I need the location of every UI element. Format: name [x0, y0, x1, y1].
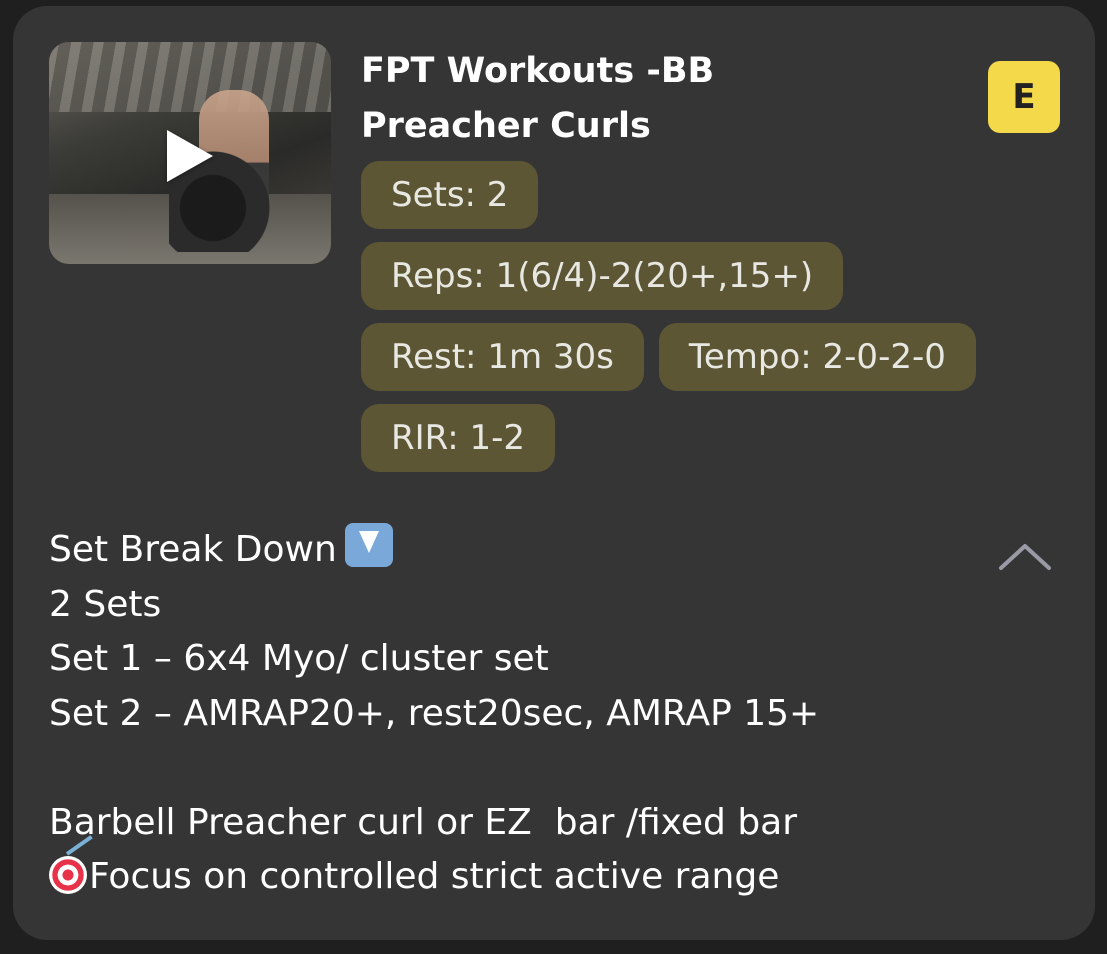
- focus-text: Focus on controlled strict active range: [89, 856, 780, 897]
- description-line: Set 2 – AMRAP20+, rest20sec, AMRAP 15+: [49, 692, 820, 734]
- chip-row: Sets: 2: [361, 161, 1061, 229]
- description-line: Focus on controlled strict active range: [49, 850, 1009, 905]
- workout-card: FPT Workouts -BB Preacher Curls E Sets: …: [13, 6, 1095, 940]
- tempo-chip: Tempo: 2-0-2-0: [658, 323, 976, 391]
- down-arrow-emoji-icon: [344, 523, 393, 567]
- workout-parameters: Sets: 2 Reps: 1(6/4)-2(20+,15+) Rest: 1m…: [361, 161, 1061, 485]
- chip-row: Rest: 1m 30s Tempo: 2-0-2-0: [361, 323, 1061, 391]
- description-line: Set 1 – 6x4 Myo/ cluster set: [49, 638, 549, 679]
- video-thumbnail[interactable]: [49, 42, 331, 264]
- set-breakdown-heading: Set Break Down: [49, 529, 337, 570]
- description-line: Set Break Down: [49, 523, 1009, 578]
- chip-row: RIR: 1-2: [361, 404, 1061, 472]
- play-icon[interactable]: [167, 130, 213, 182]
- reps-chip: Reps: 1(6/4)-2(20+,15+): [361, 242, 844, 310]
- chip-row: Reps: 1(6/4)-2(20+,15+): [361, 242, 1061, 310]
- sets-chip: Sets: 2: [361, 161, 539, 229]
- description-line: 2 Sets: [49, 583, 162, 625]
- target-emoji-icon: [49, 856, 87, 894]
- workout-description: Set Break Down 2 Sets Set 1 – 6x4 Myo/ c…: [49, 523, 1009, 905]
- workout-title-line1: FPT Workouts -BB: [361, 51, 715, 91]
- difficulty-badge: E: [988, 61, 1060, 133]
- description-line: Barbell Preacher curl or EZ bar /fixed b…: [49, 801, 798, 843]
- rest-chip: Rest: 1m 30s: [361, 323, 644, 391]
- chevron-up-icon[interactable]: [995, 536, 1055, 576]
- thumbnail-ceiling: [49, 42, 331, 112]
- workout-title: FPT Workouts -BB Preacher Curls: [361, 44, 921, 154]
- description-blank-line: [49, 741, 1009, 796]
- workout-title-line2: Preacher Curls: [361, 106, 651, 146]
- rir-chip: RIR: 1-2: [361, 404, 556, 472]
